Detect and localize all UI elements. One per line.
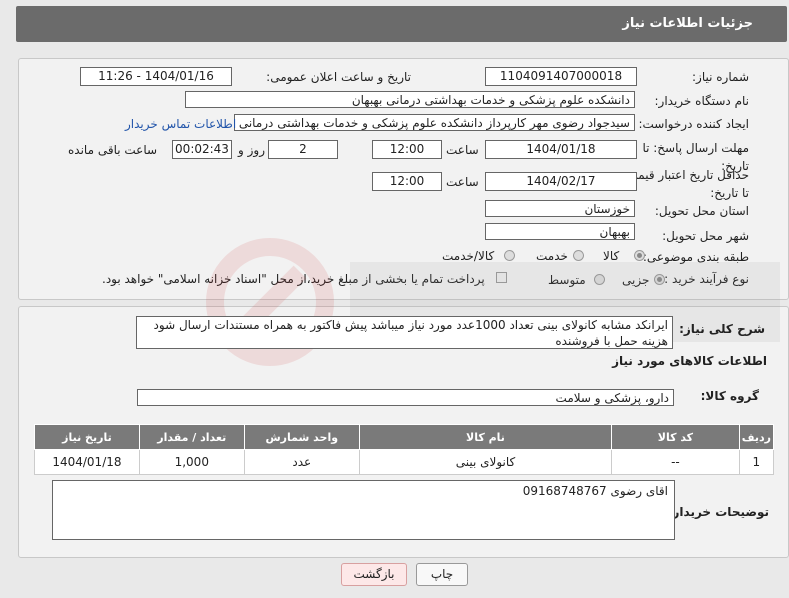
back-button[interactable]: بازگشت bbox=[341, 563, 407, 586]
goods-group-label: گروه کالا: bbox=[700, 389, 759, 403]
cell-code: -- bbox=[611, 449, 740, 475]
remaining-label: ساعت باقی مانده bbox=[68, 143, 158, 157]
reply-time-label: ساعت bbox=[446, 143, 479, 157]
remaining-time-field: 00:02:43 bbox=[172, 140, 232, 159]
cell-qty: 1,000 bbox=[138, 449, 245, 475]
col-row: ردیف bbox=[738, 424, 775, 450]
province-field: خوزستان bbox=[485, 200, 635, 217]
col-unit: واحد شمارش bbox=[243, 424, 360, 450]
description-label: شرح کلی نیاز: bbox=[679, 322, 765, 336]
creator-label: ایجاد کننده درخواست: bbox=[638, 117, 749, 131]
category-radio-service[interactable] bbox=[573, 250, 584, 261]
process-option-small: جزیی bbox=[622, 273, 650, 287]
days-field: 2 bbox=[268, 140, 338, 159]
category-option-both: کالا/خدمت bbox=[442, 249, 495, 263]
buyer-notes-text: اقای رضوی 09168748767 bbox=[522, 484, 668, 498]
col-qty: تعداد / مقدار bbox=[138, 424, 245, 450]
need-number-field: 1104091407000018 bbox=[485, 67, 637, 86]
reply-date-field: 1404/01/18 bbox=[485, 140, 637, 159]
reply-time-field: 12:00 bbox=[372, 140, 442, 159]
need-number-label: شماره نیاز: bbox=[692, 70, 749, 84]
days-label: روز و bbox=[238, 143, 265, 157]
goods-section-title: اطلاعات کالاهای مورد نیاز bbox=[612, 354, 767, 368]
price-deadline-label: حداقل تاریخ اعتبار قیمت: تا تاریخ: bbox=[622, 168, 749, 200]
description-text: ایرانکد مشابه کانولای بینی تعداد 1000عدد… bbox=[153, 318, 668, 348]
category-option-goods: کالا bbox=[603, 249, 620, 263]
description-box: ایرانکد مشابه کانولای بینی تعداد 1000عدد… bbox=[136, 316, 673, 349]
category-radio-goods[interactable] bbox=[634, 250, 645, 261]
cell-row: 1 bbox=[738, 449, 775, 475]
province-label: استان محل تحویل: bbox=[654, 204, 749, 218]
process-option-medium: متوسط bbox=[548, 273, 586, 287]
announce-label: تاریخ و ساعت اعلان عمومی: bbox=[266, 70, 411, 84]
process-radio-small[interactable] bbox=[654, 274, 665, 285]
treasury-payment-note: پرداخت تمام یا بخشی از مبلغ خرید،از محل … bbox=[102, 272, 485, 286]
goods-table-header: ردیف کد کالا نام کالا واحد شمارش تعداد /… bbox=[34, 424, 775, 450]
buyer-label: نام دستگاه خریدار: bbox=[654, 94, 750, 108]
price-time-field: 12:00 bbox=[372, 172, 442, 191]
buyer-field: دانشکده علوم پزشکی و خدمات بهداشتی درمان… bbox=[185, 91, 635, 108]
cell-name: کانولای بینی bbox=[358, 449, 613, 475]
price-date-field: 1404/02/17 bbox=[485, 172, 637, 191]
price-time-label: ساعت bbox=[446, 175, 479, 189]
col-date: تاریخ نیاز bbox=[34, 424, 140, 450]
announce-field: 1404/01/16 - 11:26 bbox=[80, 67, 232, 86]
page-header: جزئیات اطلاعات نیاز bbox=[16, 6, 787, 42]
page-title: جزئیات اطلاعات نیاز bbox=[622, 16, 753, 31]
buyer-notes-box: اقای رضوی 09168748767 bbox=[52, 480, 675, 540]
goods-table: ردیف کد کالا نام کالا واحد شمارش تعداد /… bbox=[34, 424, 775, 475]
cell-date: 1404/01/18 bbox=[34, 449, 140, 475]
print-button[interactable]: چاپ bbox=[416, 563, 468, 586]
contact-buyer-link[interactable]: اطلاعات تماس خریدار bbox=[125, 117, 236, 131]
cell-unit: عدد bbox=[243, 449, 360, 475]
col-code: کد کالا bbox=[611, 424, 740, 450]
process-label: نوع فرآیند خرید : bbox=[664, 272, 749, 286]
city-field: بهبهان bbox=[485, 223, 635, 240]
category-radio-both[interactable] bbox=[504, 250, 515, 261]
goods-group-field: دارو، پزشکی و سلامت bbox=[137, 389, 674, 406]
process-radio-medium[interactable] bbox=[594, 274, 605, 285]
category-label: طبقه بندی موضوعی: bbox=[642, 250, 749, 264]
table-row: 1 -- کانولای بینی عدد 1,000 1404/01/18 bbox=[34, 449, 775, 475]
city-label: شهر محل تحویل: bbox=[662, 229, 749, 243]
category-option-service: خدمت bbox=[536, 249, 568, 263]
treasury-payment-checkbox[interactable] bbox=[496, 272, 507, 283]
col-name: نام کالا bbox=[358, 424, 613, 450]
buyer-notes-label: توضیحات خریدار: bbox=[667, 505, 769, 519]
creator-field: سیدجواد رضوی مهر کارپرداز دانشکده علوم پ… bbox=[234, 114, 635, 131]
